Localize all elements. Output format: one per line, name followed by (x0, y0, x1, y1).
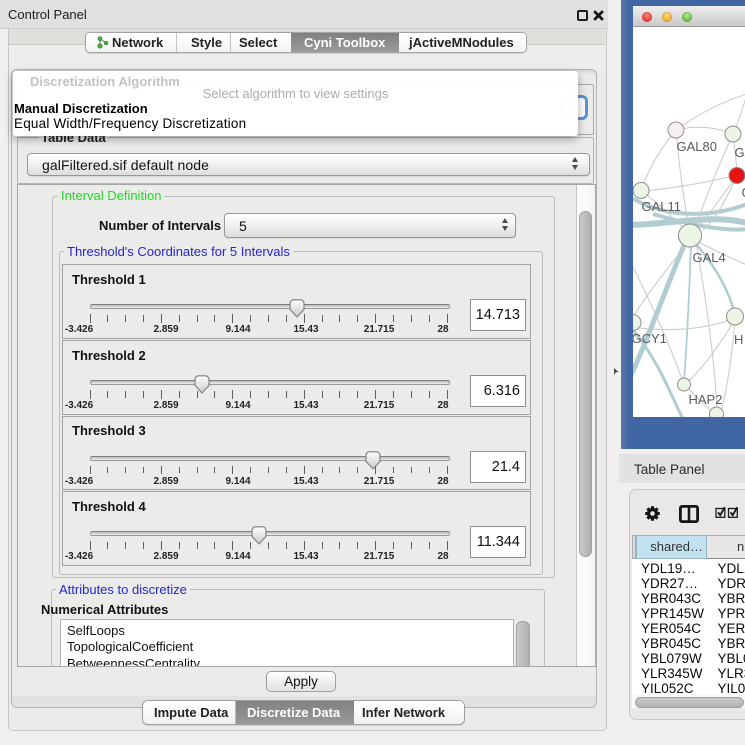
svg-text:G: G (742, 185, 745, 200)
svg-text:GAL4: GAL4 (693, 250, 726, 265)
svg-text:GAL80: GAL80 (677, 139, 717, 154)
svg-text:GAL11: GAL11 (642, 199, 682, 214)
svg-text:GA: GA (735, 145, 745, 160)
svg-text:HAP2: HAP2 (689, 392, 723, 407)
svg-text:GCY1: GCY1 (633, 331, 667, 346)
svg-text:H: H (734, 332, 743, 347)
